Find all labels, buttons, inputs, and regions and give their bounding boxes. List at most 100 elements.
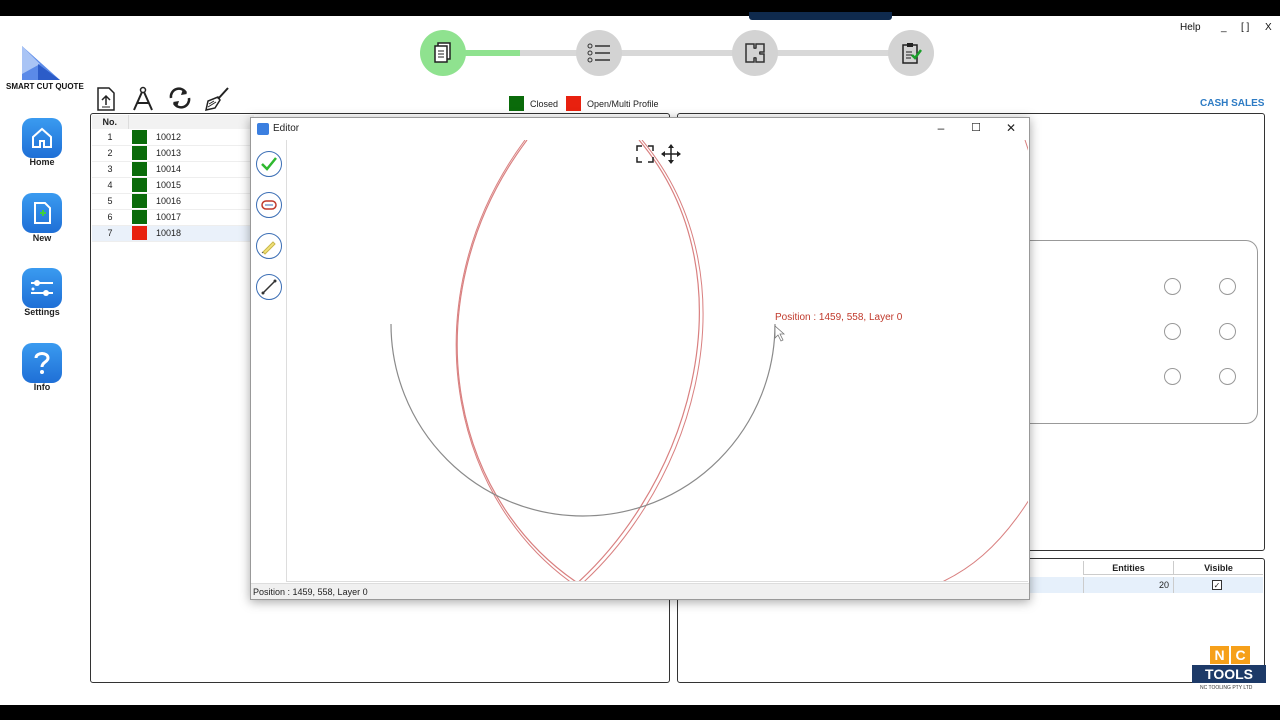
editor-minimize-button[interactable]: –: [933, 121, 949, 135]
table-row[interactable]: 1 10012: [92, 129, 254, 146]
part-hole: [1219, 278, 1236, 295]
pan-icon: [661, 144, 681, 164]
row-status: [128, 177, 154, 194]
nav-info-label: Info: [33, 382, 51, 392]
top-tab-handle[interactable]: [749, 12, 892, 20]
column-entities[interactable]: Entities: [1083, 561, 1173, 575]
row-no: 6: [92, 209, 128, 226]
nc-logo-n: N: [1210, 646, 1229, 664]
column-no[interactable]: No.: [92, 115, 129, 129]
pencil-icon[interactable]: [256, 233, 282, 259]
parts-table: No. 1 10012 2 10013 3 10014 4 10015 5 10…: [92, 115, 254, 242]
grey-arc: [390, 323, 776, 517]
row-part-id: 10012: [154, 129, 254, 146]
row-no: 2: [92, 145, 128, 162]
editor-close-button[interactable]: ✕: [1003, 121, 1019, 135]
top-black-bar: [0, 0, 1280, 16]
table-row[interactable]: 6 10017: [92, 209, 254, 226]
row-part-id: 10016: [154, 193, 254, 210]
upload-icon[interactable]: [94, 86, 118, 111]
row-part-id: 10015: [154, 177, 254, 194]
step-documents[interactable]: [420, 30, 466, 76]
table-row-selected[interactable]: 7 10018: [92, 225, 254, 242]
minimize-button[interactable]: _: [1221, 22, 1227, 33]
layer-visible-cell: ✓: [1173, 577, 1263, 593]
mouse-cursor-icon: [774, 325, 786, 342]
table-row[interactable]: 2 10013: [92, 145, 254, 162]
editor-titlebar[interactable]: Editor – ☐ ✕: [251, 118, 1029, 140]
row-part-id: 10018: [154, 225, 254, 242]
refresh-icon[interactable]: [167, 86, 191, 110]
row-status: [128, 193, 154, 210]
row-part-id: 10014: [154, 161, 254, 178]
red-arc: [942, 500, 1028, 581]
legend-closed-label: Closed: [530, 98, 559, 109]
row-status: [128, 225, 154, 242]
legend-open-label: Open/Multi Profile: [587, 98, 659, 109]
customer-name[interactable]: CASH SALES: [1200, 98, 1264, 109]
profile-loop-icon[interactable]: [256, 192, 282, 218]
part-hole: [1164, 278, 1181, 295]
nav-new-label: New: [32, 233, 52, 243]
part-hole: [1219, 368, 1236, 385]
app-logo-text: SMART CUT QUOTE: [6, 82, 84, 91]
bottom-black-bar: [0, 705, 1280, 720]
table-row[interactable]: 4 10015: [92, 177, 254, 194]
row-no: 5: [92, 193, 128, 210]
row-no: 4: [92, 177, 128, 194]
check-icon[interactable]: [256, 151, 282, 177]
row-no: 7: [92, 225, 128, 242]
documents-icon: [434, 42, 451, 63]
table-row[interactable]: 5 10016: [92, 193, 254, 210]
step-quote[interactable]: [888, 30, 934, 76]
visible-checkbox[interactable]: ✓: [1212, 580, 1222, 590]
part-hole: [1164, 368, 1181, 385]
nc-logo-tools: TOOLS: [1192, 665, 1266, 683]
nav-settings-label: Settings: [24, 307, 60, 317]
home-icon[interactable]: [22, 118, 62, 158]
step-progress-done: [460, 50, 520, 56]
row-part-id: 10013: [154, 145, 254, 162]
nav-home-label: Home: [29, 157, 55, 167]
editor-maximize-button[interactable]: ☐: [968, 121, 984, 134]
puzzle-icon: [745, 43, 765, 63]
row-status: [128, 209, 154, 226]
row-status: [128, 161, 154, 178]
close-button[interactable]: X: [1265, 22, 1272, 33]
cursor-position-readout: Position : 1459, 558, Layer 0: [775, 312, 903, 323]
part-hole: [1164, 323, 1181, 340]
row-status: [128, 145, 154, 162]
new-document-icon[interactable]: [22, 193, 62, 233]
column-part[interactable]: [128, 115, 254, 129]
help-link[interactable]: Help: [1180, 22, 1201, 33]
legend-open-swatch: [566, 96, 581, 111]
settings-icon[interactable]: [22, 268, 62, 308]
legend-open: Open/Multi Profile: [566, 96, 659, 111]
row-status: [128, 129, 154, 146]
step-nesting[interactable]: [732, 30, 778, 76]
layer-row-cell: [1030, 577, 1083, 593]
broom-icon[interactable]: [204, 86, 229, 111]
editor-dialog: Editor – ☐ ✕ Position: 1459, 558, Layer…: [250, 117, 1030, 600]
table-row[interactable]: 3 10014: [92, 161, 254, 178]
nc-tools-logo: N C TOOLS NC TOOLING PTY LTD: [1192, 646, 1266, 694]
legend-closed: Closed: [509, 96, 558, 111]
parts-table-header: No.: [92, 115, 254, 129]
checklist-icon: [587, 43, 610, 63]
editor-title: Editor: [273, 123, 300, 134]
line-icon[interactable]: [256, 274, 282, 300]
row-no: 1: [92, 129, 128, 146]
editor-status-bar: Position : 1459, 558, Layer 0: [251, 583, 1029, 599]
question-icon[interactable]: [22, 343, 62, 383]
legend-closed-swatch: [509, 96, 524, 111]
red-arc: [1024, 140, 1028, 151]
column-visible[interactable]: Visible: [1173, 561, 1263, 575]
layer-entities-value: 20: [1083, 577, 1173, 593]
compass-icon[interactable]: [130, 86, 154, 111]
editor-canvas[interactable]: [286, 140, 1028, 582]
nc-logo-sub: NC TOOLING PTY LTD: [1200, 685, 1253, 691]
clipboard-check-icon: [902, 43, 922, 64]
step-checklist[interactable]: [576, 30, 622, 76]
maximize-button[interactable]: [ ]: [1241, 22, 1249, 33]
nc-logo-c: C: [1231, 646, 1250, 664]
